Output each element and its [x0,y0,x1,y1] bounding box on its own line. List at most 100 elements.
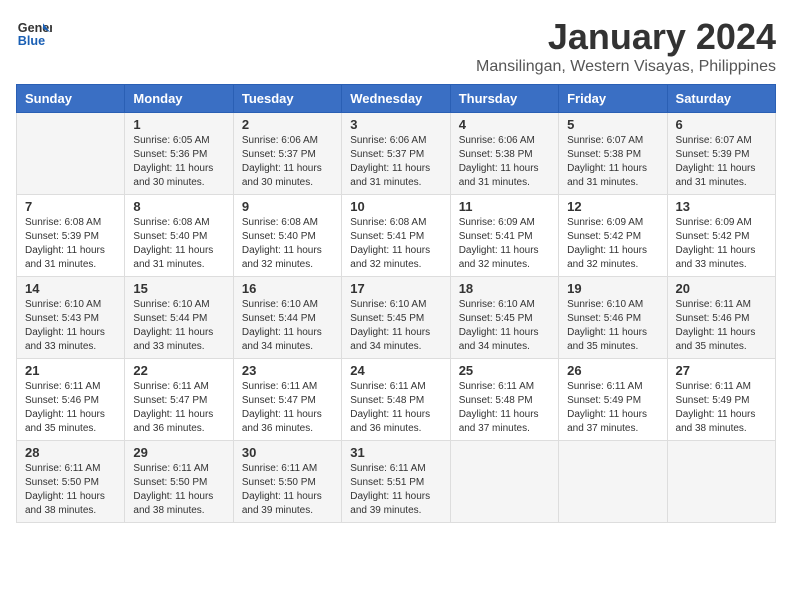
calendar-cell: 20 Sunrise: 6:11 AMSunset: 5:46 PMDayligh… [667,277,775,359]
calendar-cell: 8 Sunrise: 6:08 AMSunset: 5:40 PMDaylight… [125,195,233,277]
calendar-cell: 12 Sunrise: 6:09 AMSunset: 5:42 PMDayligh… [559,195,667,277]
day-info: Sunrise: 6:10 AMSunset: 5:43 PMDaylight:… [25,298,116,354]
day-info: Sunrise: 6:09 AMSunset: 5:42 PMDaylight:… [676,216,767,272]
logo-icon: General Blue [16,16,52,52]
day-number: 29 [133,445,224,460]
calendar-cell: 13 Sunrise: 6:09 AMSunset: 5:42 PMDayligh… [667,195,775,277]
day-info: Sunrise: 6:11 AMSunset: 5:49 PMDaylight:… [676,380,767,436]
calendar-cell: 15 Sunrise: 6:10 AMSunset: 5:44 PMDayligh… [125,277,233,359]
calendar-cell: 5 Sunrise: 6:07 AMSunset: 5:38 PMDaylight… [559,113,667,195]
calendar-cell: 31 Sunrise: 6:11 AMSunset: 5:51 PMDayligh… [342,441,450,523]
calendar-cell: 4 Sunrise: 6:06 AMSunset: 5:38 PMDaylight… [450,113,558,195]
day-info: Sunrise: 6:09 AMSunset: 5:42 PMDaylight:… [567,216,658,272]
day-number: 10 [350,199,441,214]
day-number: 5 [567,117,658,132]
day-info: Sunrise: 6:11 AMSunset: 5:48 PMDaylight:… [350,380,441,436]
day-info: Sunrise: 6:11 AMSunset: 5:49 PMDaylight:… [567,380,658,436]
calendar-body: 1Sunrise: 6:05 AMSunset: 5:36 PMDaylight… [17,113,776,523]
day-number: 9 [242,199,333,214]
calendar-cell: 17 Sunrise: 6:10 AMSunset: 5:45 PMDayligh… [342,277,450,359]
day-info: Sunrise: 6:11 AMSunset: 5:46 PMDaylight:… [676,298,767,354]
calendar-week-1: 1Sunrise: 6:05 AMSunset: 5:36 PMDaylight… [17,113,776,195]
calendar-week-3: 14 Sunrise: 6:10 AMSunset: 5:43 PMDayligh… [17,277,776,359]
calendar-week-5: 28 Sunrise: 6:11 AMSunset: 5:50 PMDayligh… [17,441,776,523]
day-number: 28 [25,445,116,460]
weekday-header-friday: Friday [559,85,667,113]
day-number: 17 [350,281,441,296]
day-number: 31 [350,445,441,460]
day-number: 15 [133,281,224,296]
day-number: 8 [133,199,224,214]
calendar-cell: 22 Sunrise: 6:11 AMSunset: 5:47 PMDayligh… [125,359,233,441]
calendar-cell: 2 Sunrise: 6:06 AMSunset: 5:37 PMDaylight… [233,113,341,195]
calendar-table: SundayMondayTuesdayWednesdayThursdayFrid… [16,84,776,523]
day-info: Sunrise: 6:07 AMSunset: 5:39 PMDaylight:… [676,134,767,190]
calendar-cell [450,441,558,523]
day-number: 16 [242,281,333,296]
calendar-cell: 3Sunrise: 6:06 AMSunset: 5:37 PMDaylight… [342,113,450,195]
calendar-subtitle: Mansilingan, Western Visayas, Philippine… [476,58,776,76]
calendar-cell: 26 Sunrise: 6:11 AMSunset: 5:49 PMDayligh… [559,359,667,441]
day-number: 6 [676,117,767,132]
weekday-header-row: SundayMondayTuesdayWednesdayThursdayFrid… [17,85,776,113]
weekday-header-monday: Monday [125,85,233,113]
day-info: Sunrise: 6:06 AMSunset: 5:37 PMDaylight:… [242,134,333,190]
day-info: Sunrise: 6:11 AMSunset: 5:47 PMDaylight:… [242,380,333,436]
day-number: 14 [25,281,116,296]
day-number: 11 [459,199,550,214]
day-info: Sunrise: 6:08 AMSunset: 5:40 PMDaylight:… [133,216,224,272]
day-info: Sunrise: 6:10 AMSunset: 5:45 PMDaylight:… [350,298,441,354]
day-number: 23 [242,363,333,378]
calendar-cell: 28Sunrise: 6:11 AMSunset: 5:50 PMDayligh… [17,441,125,523]
calendar-cell: 29 Sunrise: 6:11 AMSunset: 5:50 PMDayligh… [125,441,233,523]
day-number: 2 [242,117,333,132]
day-info: Sunrise: 6:11 AMSunset: 5:47 PMDaylight:… [133,380,224,436]
calendar-cell: 30 Sunrise: 6:11 AMSunset: 5:50 PMDayligh… [233,441,341,523]
day-info: Sunrise: 6:10 AMSunset: 5:46 PMDaylight:… [567,298,658,354]
day-info: Sunrise: 6:11 AMSunset: 5:51 PMDaylight:… [350,462,441,518]
day-info: Sunrise: 6:08 AMSunset: 5:41 PMDaylight:… [350,216,441,272]
calendar-cell: 18 Sunrise: 6:10 AMSunset: 5:45 PMDayligh… [450,277,558,359]
day-number: 12 [567,199,658,214]
calendar-cell: 10 Sunrise: 6:08 AMSunset: 5:41 PMDayligh… [342,195,450,277]
day-number: 19 [567,281,658,296]
calendar-cell [667,441,775,523]
day-info: Sunrise: 6:10 AMSunset: 5:44 PMDaylight:… [133,298,224,354]
calendar-cell: 16 Sunrise: 6:10 AMSunset: 5:44 PMDayligh… [233,277,341,359]
day-info: Sunrise: 6:10 AMSunset: 5:45 PMDaylight:… [459,298,550,354]
day-info: Sunrise: 6:09 AMSunset: 5:41 PMDaylight:… [459,216,550,272]
calendar-cell: 6 Sunrise: 6:07 AMSunset: 5:39 PMDaylight… [667,113,775,195]
calendar-cell: 25Sunrise: 6:11 AMSunset: 5:48 PMDayligh… [450,359,558,441]
day-info: Sunrise: 6:11 AMSunset: 5:46 PMDaylight:… [25,380,116,436]
day-number: 1 [133,117,224,132]
calendar-cell [559,441,667,523]
calendar-cell: 19 Sunrise: 6:10 AMSunset: 5:46 PMDayligh… [559,277,667,359]
day-number: 24 [350,363,441,378]
day-info: Sunrise: 6:10 AMSunset: 5:44 PMDaylight:… [242,298,333,354]
day-info: Sunrise: 6:11 AMSunset: 5:48 PMDaylight:… [459,380,550,436]
calendar-title: January 2024 [476,16,776,58]
calendar-cell: 24 Sunrise: 6:11 AMSunset: 5:48 PMDayligh… [342,359,450,441]
day-number: 30 [242,445,333,460]
day-number: 20 [676,281,767,296]
day-number: 26 [567,363,658,378]
day-info: Sunrise: 6:11 AMSunset: 5:50 PMDaylight:… [133,462,224,518]
day-number: 4 [459,117,550,132]
day-info: Sunrise: 6:07 AMSunset: 5:38 PMDaylight:… [567,134,658,190]
day-number: 13 [676,199,767,214]
calendar-cell: 9Sunrise: 6:08 AMSunset: 5:40 PMDaylight… [233,195,341,277]
calendar-cell: 1Sunrise: 6:05 AMSunset: 5:36 PMDaylight… [125,113,233,195]
day-number: 22 [133,363,224,378]
weekday-header-wednesday: Wednesday [342,85,450,113]
day-info: Sunrise: 6:06 AMSunset: 5:38 PMDaylight:… [459,134,550,190]
day-number: 3 [350,117,441,132]
calendar-cell: 14 Sunrise: 6:10 AMSunset: 5:43 PMDayligh… [17,277,125,359]
weekday-header-sunday: Sunday [17,85,125,113]
day-number: 18 [459,281,550,296]
day-info: Sunrise: 6:11 AMSunset: 5:50 PMDaylight:… [242,462,333,518]
calendar-header: SundayMondayTuesdayWednesdayThursdayFrid… [17,85,776,113]
day-number: 27 [676,363,767,378]
calendar-week-4: 21Sunrise: 6:11 AMSunset: 5:46 PMDayligh… [17,359,776,441]
calendar-cell [17,113,125,195]
calendar-cell: 27 Sunrise: 6:11 AMSunset: 5:49 PMDayligh… [667,359,775,441]
